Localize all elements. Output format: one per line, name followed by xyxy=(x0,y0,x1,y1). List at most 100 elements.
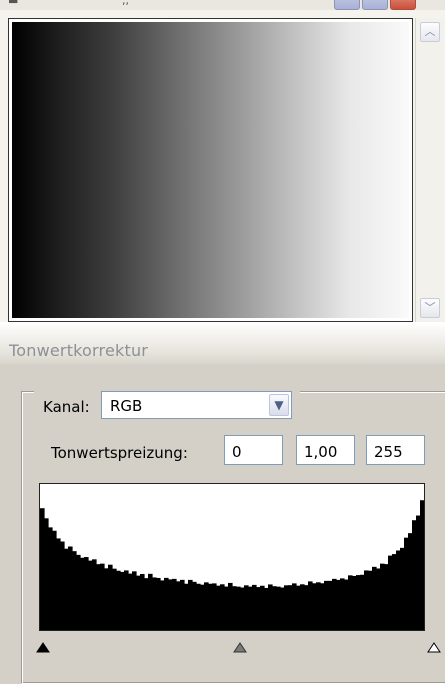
histogram-bar xyxy=(300,584,305,630)
histogram-bar xyxy=(288,585,293,630)
titlebar-fragment: ' xyxy=(314,0,318,7)
close-button[interactable] xyxy=(390,0,416,10)
scroll-down-icon[interactable]: ﹀ xyxy=(420,298,440,318)
histogram-bar xyxy=(376,568,381,630)
histogram-bar xyxy=(72,551,77,630)
histogram-bar xyxy=(320,583,325,630)
histogram-bar xyxy=(140,573,145,630)
histogram xyxy=(39,483,425,631)
histogram-bar xyxy=(116,570,121,630)
histogram-bar xyxy=(384,564,389,630)
histogram-bar xyxy=(208,583,213,630)
histogram-bar xyxy=(236,586,241,630)
histogram-bar xyxy=(48,527,53,630)
histogram-bar xyxy=(248,586,253,630)
histogram-bar xyxy=(408,533,413,630)
minimize-button[interactable] xyxy=(334,0,360,10)
histogram-bar xyxy=(380,563,385,630)
histogram-bar xyxy=(252,584,257,630)
histogram-bar xyxy=(316,582,321,630)
chevron-down-icon[interactable]: ▼ xyxy=(269,394,289,416)
histogram-bar xyxy=(240,587,245,630)
histogram-bar xyxy=(324,580,329,630)
histogram-bar xyxy=(204,582,209,630)
histogram-bar xyxy=(260,585,265,630)
histogram-bar xyxy=(120,571,125,630)
histogram-bar xyxy=(416,515,421,630)
histogram-bar xyxy=(188,579,193,630)
levels-panel: Tonwertkorrektur Kanal: RGB ▼ Tonwertspr… xyxy=(0,322,445,684)
gamma-input[interactable]: 1,00 xyxy=(296,435,355,465)
histogram-bar xyxy=(308,581,313,630)
document-window: ▬ ,, ' ' ︿ ﹀ xyxy=(0,0,445,322)
histogram-bar xyxy=(400,547,405,630)
histogram-bar xyxy=(96,564,101,630)
histogram-bar xyxy=(152,577,157,630)
histogram-bar xyxy=(228,582,233,630)
titlebar-fragment: ,, xyxy=(122,0,129,7)
gamma-slider[interactable] xyxy=(233,642,247,653)
histogram-bar xyxy=(396,550,401,630)
histogram-bar xyxy=(88,560,93,630)
histogram-bar xyxy=(232,586,237,630)
maximize-button[interactable] xyxy=(362,0,388,10)
histogram-bar xyxy=(364,570,369,630)
histogram-bar xyxy=(220,584,225,630)
histogram-bar xyxy=(372,566,377,630)
histogram-bar xyxy=(200,584,205,630)
histogram-bar xyxy=(80,557,85,630)
window-titlebar: ▬ ,, ' ' xyxy=(0,0,445,10)
histogram-bar xyxy=(344,579,349,630)
histogram-bar xyxy=(212,583,217,630)
channel-select-value: RGB xyxy=(110,397,143,415)
histogram-bar xyxy=(124,570,129,630)
titlebar-fragment: ' xyxy=(248,0,252,7)
histogram-bar xyxy=(40,508,45,630)
histogram-bar xyxy=(284,585,289,630)
white-level-input[interactable]: 255 xyxy=(366,435,425,465)
titlebar-fragment: ▬ xyxy=(8,0,19,7)
scroll-up-icon[interactable]: ︿ xyxy=(420,22,440,42)
histogram-bar xyxy=(276,586,281,630)
histogram-bar xyxy=(104,568,109,630)
histogram-bar xyxy=(156,577,161,630)
histogram-bar xyxy=(76,554,81,630)
histogram-bar xyxy=(296,585,301,630)
black-point-slider[interactable] xyxy=(36,642,50,653)
gradient-image[interactable] xyxy=(12,22,409,318)
histogram-bar xyxy=(356,575,361,630)
histogram-bar xyxy=(272,586,277,630)
histogram-bar xyxy=(172,578,177,630)
histogram-bar xyxy=(292,583,297,630)
histogram-bar xyxy=(132,571,137,630)
histogram-bar xyxy=(196,583,201,630)
histogram-bar xyxy=(412,520,417,630)
histogram-bar xyxy=(44,518,49,630)
histogram-bar xyxy=(264,587,269,630)
white-point-slider[interactable] xyxy=(427,642,441,653)
histogram-bar xyxy=(56,538,61,630)
histogram-bar xyxy=(60,541,65,630)
histogram-bar xyxy=(360,574,365,630)
channel-select[interactable]: RGB ▼ xyxy=(101,391,292,419)
histogram-bar xyxy=(304,585,309,630)
histogram-bar xyxy=(312,583,317,630)
histogram-bar xyxy=(352,575,357,630)
histogram-bar xyxy=(68,546,73,630)
histogram-bar xyxy=(280,587,285,630)
histogram-bar xyxy=(176,581,181,630)
histogram-bar xyxy=(92,559,97,630)
histogram-bar xyxy=(256,587,261,630)
black-level-input[interactable]: 0 xyxy=(224,435,283,465)
histogram-bar xyxy=(328,580,333,630)
histogram-chart xyxy=(40,500,424,630)
histogram-bar xyxy=(184,583,189,630)
histogram-bar xyxy=(52,530,57,630)
histogram-bar xyxy=(136,575,141,630)
histogram-bar xyxy=(160,580,165,630)
histogram-bar xyxy=(168,579,173,630)
histogram-bar xyxy=(340,578,345,630)
histogram-bar xyxy=(144,578,149,630)
histogram-bar xyxy=(224,586,229,630)
vertical-scrollbar[interactable]: ︿ ﹀ xyxy=(415,18,444,322)
